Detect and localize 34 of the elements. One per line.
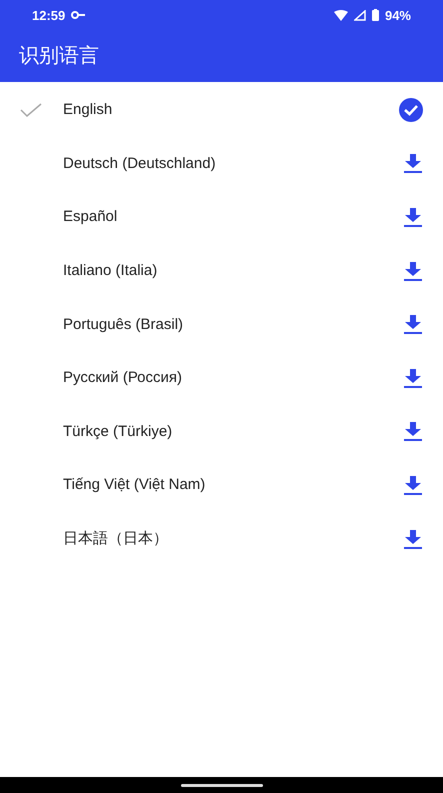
home-handle[interactable] <box>180 784 262 786</box>
language-name: 日本語（日本） <box>63 529 169 548</box>
download-icon[interactable] <box>403 206 423 227</box>
language-name: Türkçe (Türkiye) <box>63 422 174 440</box>
download-icon[interactable] <box>403 368 423 388</box>
download-icon[interactable] <box>403 153 423 174</box>
language-item[interactable]: Italiano (Italia) <box>0 244 443 298</box>
app-title: 识别语言 <box>18 44 100 69</box>
signal-icon <box>354 10 366 20</box>
battery-icon <box>372 9 379 21</box>
language-name: Tiếng Việt (Việt Nam) <box>63 476 206 494</box>
language-item[interactable]: English <box>0 83 443 137</box>
download-icon[interactable] <box>403 474 423 495</box>
download-icon[interactable] <box>403 260 423 281</box>
language-name: English <box>63 101 114 118</box>
language-name: Italiano (Italia) <box>63 262 158 280</box>
language-item[interactable]: Русский (Россия) <box>0 350 443 405</box>
download-icon[interactable] <box>403 528 423 549</box>
language-name: Русский (Россия) <box>63 369 184 386</box>
download-icon[interactable] <box>403 314 423 334</box>
key-icon <box>71 11 86 19</box>
battery-level: 94% <box>384 8 411 22</box>
language-item[interactable]: Tiếng Việt (Việt Nam) <box>0 458 443 512</box>
language-item[interactable]: Türkçe (Türkiye) <box>0 404 443 458</box>
status-time: 12:59 <box>32 8 66 22</box>
language-item[interactable]: 日本語（日本） <box>0 512 443 566</box>
language-name: Deutsch (Deutschland) <box>63 154 217 172</box>
wifi-icon <box>334 10 348 20</box>
language-item[interactable]: Español <box>0 190 443 244</box>
download-icon[interactable] <box>403 421 423 442</box>
language-item[interactable]: Português (Brasil) <box>0 297 443 351</box>
language-name: Português (Brasil) <box>63 316 184 333</box>
language-name: Español <box>63 208 118 226</box>
language-item[interactable]: Deutsch (Deutschland) <box>0 136 443 190</box>
